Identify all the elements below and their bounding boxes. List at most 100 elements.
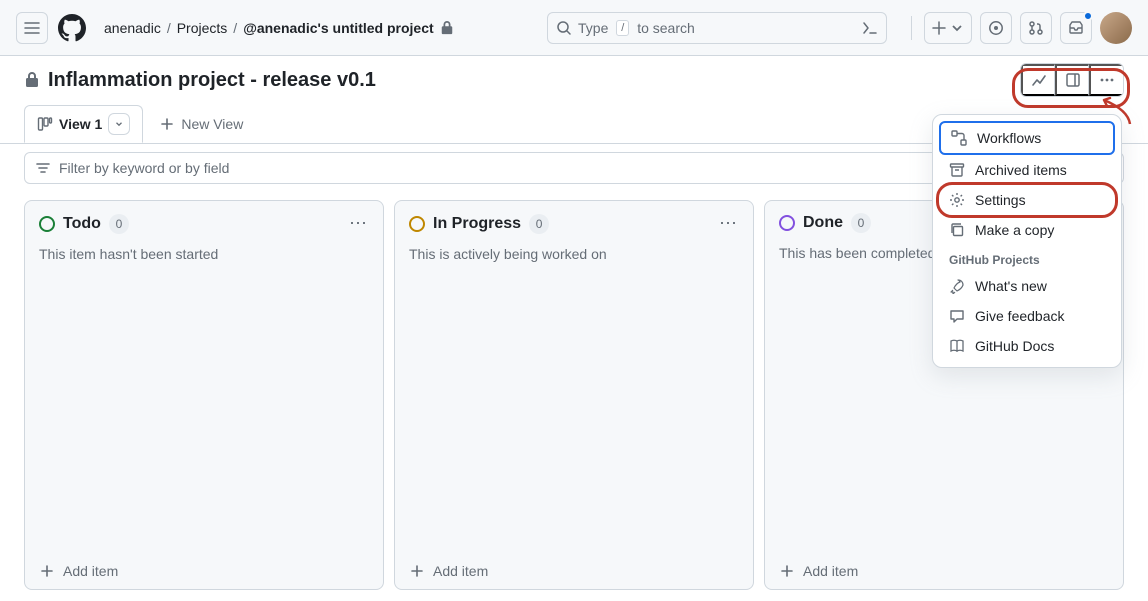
column-title: Done	[803, 214, 843, 232]
menu-item-label: What's new	[975, 278, 1047, 294]
github-icon	[58, 14, 86, 42]
add-item-button[interactable]: Add item	[765, 552, 1123, 589]
status-ring-done	[779, 215, 795, 231]
workflow-icon	[951, 130, 967, 146]
avatar[interactable]	[1100, 12, 1132, 44]
breadcrumb-sep: /	[167, 20, 171, 36]
menu-item-workflows[interactable]: Workflows	[939, 121, 1115, 155]
rocket-icon	[949, 278, 965, 294]
breadcrumb-user[interactable]: anenadic	[104, 20, 161, 36]
hamburger-button[interactable]	[16, 12, 48, 44]
column-body	[395, 262, 753, 552]
menu-item-label: GitHub Docs	[975, 338, 1054, 354]
divider	[911, 16, 912, 40]
add-item-label: Add item	[63, 563, 118, 579]
search-placeholder-post: to search	[637, 20, 695, 36]
kebab-icon	[1099, 72, 1115, 88]
new-view-label: New View	[181, 116, 243, 132]
github-logo[interactable]	[56, 12, 88, 44]
new-view-button[interactable]: New View	[159, 116, 243, 132]
status-ring-todo	[39, 216, 55, 232]
pull-request-icon	[1028, 20, 1044, 36]
column-todo: Todo 0 ⋯ This item hasn't been started A…	[24, 200, 384, 590]
project-view-actions	[1020, 63, 1124, 97]
menu-item-settings[interactable]: Settings	[939, 185, 1115, 215]
tab-view1-menu[interactable]	[108, 113, 130, 135]
column-title: Todo	[63, 215, 101, 233]
menu-item-label: Settings	[975, 192, 1026, 208]
add-item-button[interactable]: Add item	[25, 552, 383, 589]
column-menu-button[interactable]: ⋯	[349, 213, 369, 234]
column-header: Todo 0 ⋯	[25, 201, 383, 246]
breadcrumb-current-label: @anenadic's untitled project	[243, 20, 433, 36]
breadcrumb-sep: /	[233, 20, 237, 36]
tab-view1-label: View 1	[59, 116, 102, 132]
topbar-actions	[907, 12, 1132, 44]
comment-icon	[949, 308, 965, 324]
column-menu-button[interactable]: ⋯	[719, 213, 739, 234]
panel-icon	[1065, 72, 1081, 88]
gear-icon	[949, 192, 965, 208]
menu-item-docs[interactable]: GitHub Docs	[939, 331, 1115, 361]
column-count: 0	[109, 214, 129, 234]
plus-icon	[39, 563, 55, 579]
lock-icon	[440, 21, 454, 35]
panel-button[interactable]	[1055, 64, 1089, 96]
breadcrumb-projects[interactable]: Projects	[177, 20, 228, 36]
more-options-button[interactable]	[1089, 64, 1123, 96]
issue-icon	[988, 20, 1004, 36]
archive-icon	[949, 162, 965, 178]
menu-item-label: Archived items	[975, 162, 1067, 178]
menu-item-label: Make a copy	[975, 222, 1054, 238]
column-header: In Progress 0 ⋯	[395, 201, 753, 246]
breadcrumb-current: @anenadic's untitled project	[243, 20, 453, 36]
menu-item-archived[interactable]: Archived items	[939, 155, 1115, 185]
column-body	[25, 262, 383, 552]
column-description: This is actively being worked on	[395, 246, 753, 262]
menu-item-whatsnew[interactable]: What's new	[939, 271, 1115, 301]
lock-icon	[24, 72, 40, 88]
book-icon	[949, 338, 965, 354]
board-icon	[37, 116, 53, 132]
notifications-button[interactable]	[1060, 12, 1092, 44]
tab-view1[interactable]: View 1	[24, 105, 143, 143]
search-icon	[556, 20, 572, 36]
column-description: This item hasn't been started	[25, 246, 383, 262]
pull-requests-button[interactable]	[1020, 12, 1052, 44]
project-titlebar: Inflammation project - release v0.1	[0, 56, 1148, 104]
column-count: 0	[529, 214, 549, 234]
command-palette-icon	[862, 20, 878, 36]
menu-item-label: Give feedback	[975, 308, 1065, 324]
graph-icon	[1031, 72, 1047, 88]
add-item-label: Add item	[433, 563, 488, 579]
project-title: Inflammation project - release v0.1	[48, 69, 376, 92]
plus-icon	[779, 563, 795, 579]
insights-button[interactable]	[1021, 64, 1055, 96]
notification-dot	[1083, 11, 1093, 21]
menu-item-copy[interactable]: Make a copy	[939, 215, 1115, 245]
plus-icon	[931, 20, 947, 36]
menu-item-label: Workflows	[977, 130, 1041, 146]
search-placeholder-pre: Type	[578, 20, 608, 36]
column-count: 0	[851, 213, 871, 233]
filter-placeholder: Filter by keyword or by field	[59, 160, 229, 176]
search-container: Type / to search	[547, 12, 887, 44]
caret-down-icon	[949, 20, 965, 36]
menu-item-feedback[interactable]: Give feedback	[939, 301, 1115, 331]
breadcrumb: anenadic / Projects / @anenadic's untitl…	[104, 20, 454, 36]
search-placeholder: Type / to search	[578, 20, 695, 36]
search-kbd: /	[616, 20, 629, 36]
add-item-button[interactable]: Add item	[395, 552, 753, 589]
create-new-button[interactable]	[924, 12, 972, 44]
issues-button[interactable]	[980, 12, 1012, 44]
column-in-progress: In Progress 0 ⋯ This is actively being w…	[394, 200, 754, 590]
caret-down-icon	[114, 119, 124, 129]
inbox-icon	[1068, 20, 1084, 36]
global-header: anenadic / Projects / @anenadic's untitl…	[0, 0, 1148, 56]
search-input[interactable]: Type / to search	[547, 12, 887, 44]
plus-icon	[159, 116, 175, 132]
project-options-menu: Workflows Archived items Settings Make a…	[932, 114, 1122, 368]
copy-icon	[949, 222, 965, 238]
status-ring-progress	[409, 216, 425, 232]
add-item-label: Add item	[803, 563, 858, 579]
